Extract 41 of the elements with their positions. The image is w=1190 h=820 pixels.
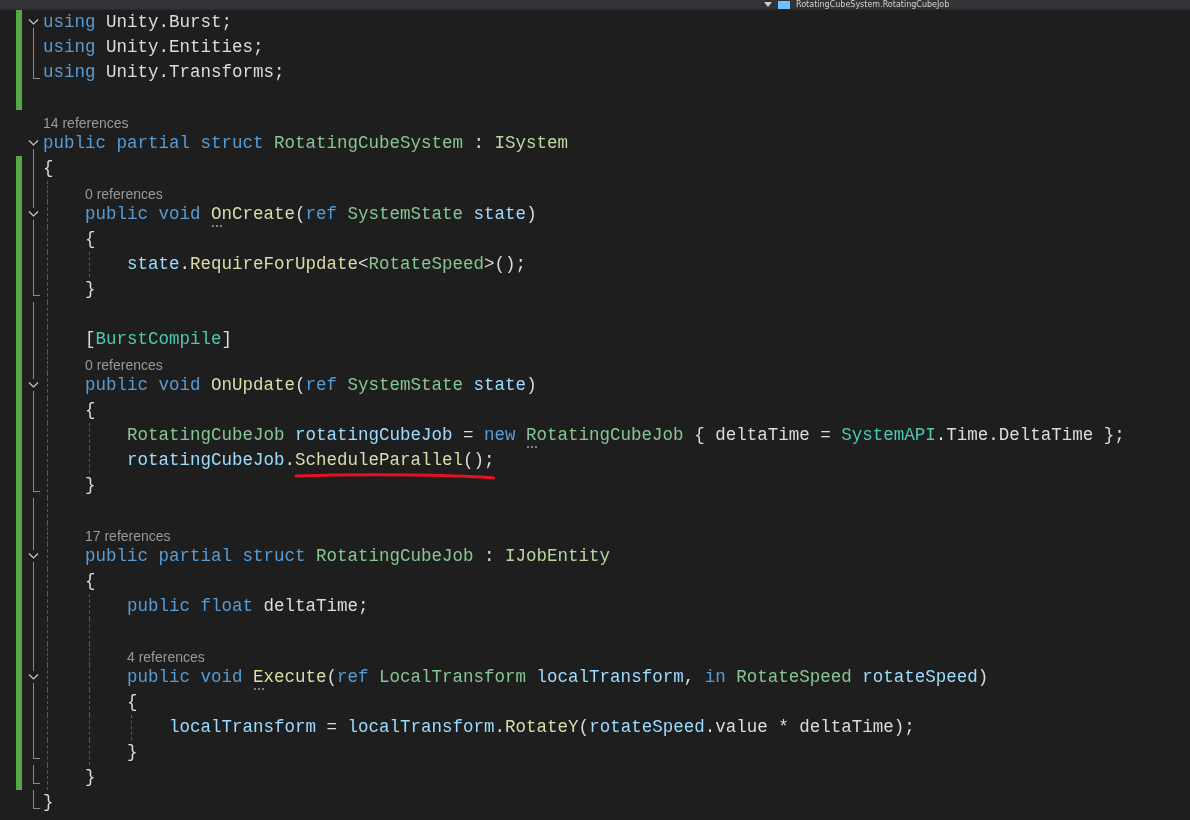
code-line: } <box>85 766 96 789</box>
code-line: { <box>127 691 138 714</box>
code-line: using Unity.Burst; <box>43 11 233 34</box>
struct-icon <box>778 0 790 9</box>
suggestion-dots-icon[interactable] <box>526 445 539 449</box>
collapse-toggle[interactable] <box>28 18 39 26</box>
code-line: state.RequireForUpdate<RotateSpeed>(); <box>127 253 527 276</box>
code-line: [BurstCompile] <box>85 328 233 351</box>
collapse-toggle[interactable] <box>28 552 39 560</box>
code-line: rotatingCubeJob.ScheduleParallel(); <box>127 448 495 473</box>
code-line: public void OnUpdate(ref SystemState state) <box>85 374 537 397</box>
code-line: public float deltaTime; <box>127 595 369 618</box>
code-line: using Unity.Entities; <box>43 36 264 59</box>
collapse-toggle[interactable] <box>28 210 39 218</box>
code-line: public partial struct RotatingCubeSystem : ISystem <box>43 132 569 155</box>
code-line: { <box>85 570 96 593</box>
code-line: { <box>85 399 96 422</box>
reference-count[interactable]: 4 references <box>127 648 205 665</box>
code-line: } <box>85 474 96 497</box>
suggestion-dots-icon[interactable] <box>211 224 224 228</box>
code-line: } <box>43 791 54 814</box>
reference-count[interactable]: 14 references <box>43 114 129 131</box>
collapse-toggle[interactable] <box>28 381 39 389</box>
reference-count[interactable]: 17 references <box>85 527 171 544</box>
code-line: } <box>85 278 96 301</box>
suggestion-dots-icon[interactable] <box>253 687 266 691</box>
code-line: public void OnCreate(ref SystemState state) <box>85 202 537 227</box>
code-line: public void Execute(ref LocalTransform localTransform, in RotateSpeed rotateSpeed) <box>127 665 989 690</box>
code-line: public partial struct RotatingCubeJob : IJobEntity <box>85 545 611 568</box>
code-line: { <box>85 228 96 251</box>
reference-count[interactable]: 0 references <box>85 356 163 373</box>
code-line: { <box>43 157 54 180</box>
code-line: localTransform = localTransform.RotateY(rotateSpeed.value * deltaTime); <box>169 716 915 739</box>
reference-count[interactable]: 0 references <box>85 185 163 202</box>
code-line: RotatingCubeJob rotatingCubeJob = new RotatingCubeJob { deltaTime = SystemAPI.Time.DeltaTime }; <box>127 423 1125 448</box>
breadcrumb-text[interactable]: RotatingCubeSystem.RotatingCubeJob <box>796 0 950 9</box>
code-line: using Unity.Transforms; <box>43 61 285 84</box>
code-line: } <box>127 741 138 764</box>
dropdown-caret-icon[interactable] <box>764 2 772 7</box>
collapse-toggle[interactable] <box>28 139 39 147</box>
collapse-toggle[interactable] <box>28 673 39 681</box>
